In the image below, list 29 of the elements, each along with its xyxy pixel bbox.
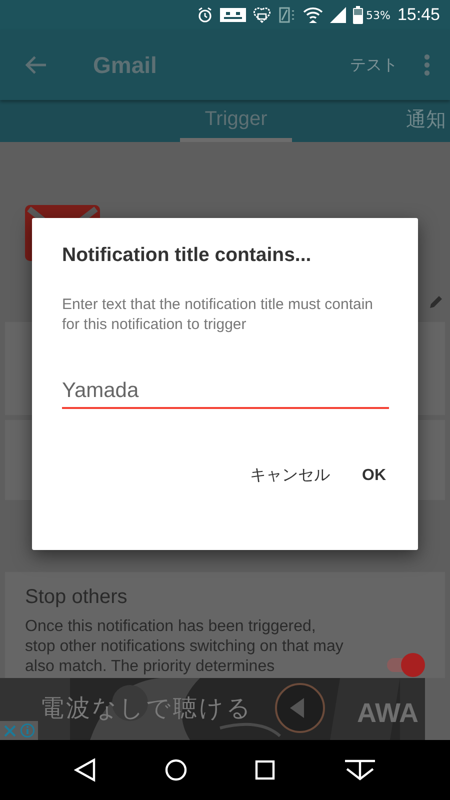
battery-icon xyxy=(353,6,363,24)
recents-icon[interactable] xyxy=(255,760,276,780)
dialog-button[interactable]: OK xyxy=(356,459,392,492)
dialog-message: Enter text that the notification title must contain for this notification to trigger xyxy=(62,295,374,335)
setting-description: Once this notification has been triggered, stop other notifications switching on that may also match. The priority determines xyxy=(25,617,344,677)
heart-mail-icon xyxy=(253,6,271,24)
close-icon[interactable] xyxy=(3,724,17,738)
hide-keyboard-icon[interactable] xyxy=(344,759,376,781)
phone-vibrate-icon xyxy=(278,6,296,24)
clock-time: 15:45 xyxy=(397,5,440,25)
back-icon[interactable] xyxy=(74,758,96,782)
signal-icon xyxy=(330,7,346,23)
more-options-icon[interactable] xyxy=(424,54,430,76)
robot-icon xyxy=(220,7,246,23)
toggle-switch[interactable] xyxy=(385,653,425,677)
alarm-clock-icon xyxy=(197,7,213,23)
ad-brand: AWA xyxy=(357,698,419,729)
app-title: Gmail xyxy=(93,52,158,78)
home-icon[interactable] xyxy=(164,759,187,781)
pencil-icon[interactable] xyxy=(429,295,443,309)
back-arrow-icon[interactable] xyxy=(25,56,47,74)
dialog-button[interactable]: キャンセル xyxy=(244,459,336,492)
ad-headline: 電波なしで聴ける xyxy=(40,693,253,724)
dialog-title: Notification title contains... xyxy=(62,244,312,267)
setting-title: Stop others xyxy=(25,586,128,609)
wifi-icon xyxy=(303,6,323,24)
input-field[interactable]: Yamada xyxy=(62,373,389,409)
info-icon[interactable] xyxy=(20,723,35,738)
battery-percent: 53% xyxy=(366,8,390,22)
